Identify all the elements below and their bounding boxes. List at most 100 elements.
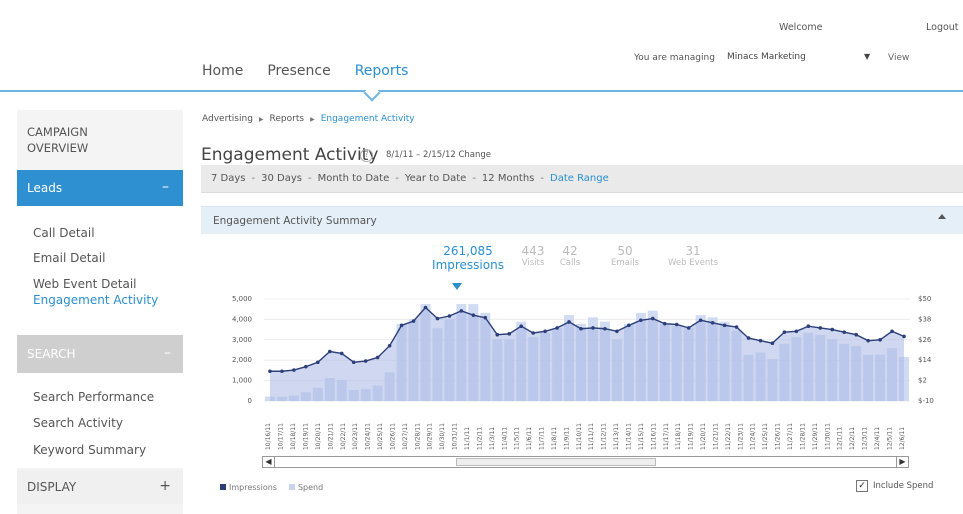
nav-presence[interactable]: Presence [267, 63, 330, 79]
collapse-icon[interactable]: – [164, 345, 171, 361]
range-30-days[interactable]: 30 Days [261, 173, 302, 184]
x-tick-label: 11/2/11 [476, 427, 483, 450]
breadcrumb: Advertising ▶ Reports ▶ Engagement Activ… [202, 114, 415, 124]
impressions-bar [719, 321, 730, 401]
impressions-bar [899, 356, 909, 401]
sidebar-item-search-performance[interactable]: Search Performance [33, 390, 154, 404]
chevron-right-icon: ▶ [258, 115, 264, 123]
impressions-bar [863, 354, 874, 401]
summary-header[interactable]: Engagement Activity Summary [201, 206, 963, 234]
spend-point [878, 338, 882, 342]
spend-point [830, 327, 835, 332]
spend-point [650, 316, 655, 321]
spend-area [269, 307, 905, 401]
impressions-bar [360, 388, 371, 401]
metric-visits[interactable]: 443 Visits [513, 244, 553, 268]
breadcrumb-reports[interactable]: Reports [270, 114, 305, 124]
logout-link[interactable]: Logout [926, 22, 959, 33]
metric-calls[interactable]: 42 Calls [553, 244, 587, 268]
scroll-right-icon[interactable]: ▶ [896, 457, 908, 467]
spend-point [639, 318, 643, 323]
impressions-bar [540, 332, 551, 401]
metric-label: Calls [559, 258, 581, 268]
sidebar-section-leads[interactable]: Leads – [17, 170, 183, 206]
scroll-left-icon[interactable]: ◀ [263, 457, 275, 467]
spend-point [866, 338, 870, 343]
help-icon[interactable]: ? [360, 149, 373, 162]
collapse-icon[interactable]: – [162, 179, 169, 195]
spend-point [770, 341, 775, 346]
spend-point [316, 360, 320, 365]
spend-point [686, 326, 691, 330]
y-axis-right: $50 $38 $26 $14 $2 $-10 [918, 295, 934, 405]
metric-label: Impressions [432, 258, 504, 272]
x-tick-label: 11/8/11 [551, 427, 558, 450]
sidebar-item-keyword-summary[interactable]: Keyword Summary [33, 443, 146, 457]
collapse-caret-icon[interactable] [938, 214, 946, 219]
legend-spend: Spend [288, 483, 323, 492]
metric-impressions[interactable]: 261,085 Impressions [428, 244, 508, 272]
date-range-text[interactable]: 8/1/11 – 2/15/12 Change [386, 150, 491, 160]
caret-down-icon[interactable]: ▼ [864, 52, 870, 61]
sidebar-section-display[interactable]: DISPLAY + [17, 470, 183, 504]
impressions-bar [492, 339, 503, 401]
x-tick-label: 11/25/11 [762, 423, 769, 450]
breadcrumb-advertising[interactable]: Advertising [202, 114, 253, 124]
impressions-bar [408, 319, 419, 401]
checkbox-icon[interactable]: ✓ [856, 480, 868, 492]
x-tick-label: 11/9/11 [563, 427, 570, 450]
spend-point [423, 305, 428, 310]
x-tick-label: 11/1/11 [464, 427, 471, 450]
x-tick-label: 11/13/11 [613, 423, 620, 450]
x-tick-label: 12/6/11 [899, 427, 906, 450]
expand-icon[interactable]: + [159, 478, 171, 494]
sidebar-item-engagement-activity[interactable]: Engagement Activity [33, 293, 158, 307]
metric-emails[interactable]: 50 Emails [603, 244, 647, 268]
x-tick-label: 12/5/11 [886, 427, 893, 450]
x-tick-label: 11/24/11 [750, 423, 757, 450]
sidebar-item-search-activity[interactable]: Search Activity [33, 416, 123, 430]
include-spend-toggle[interactable]: ✓ Include Spend [856, 480, 933, 492]
impressions-bar [875, 354, 886, 401]
range-12-months[interactable]: 12 Months [482, 173, 534, 184]
nav-reports[interactable]: Reports [355, 63, 409, 79]
impressions-bar [827, 339, 838, 401]
spend-point [734, 325, 739, 329]
spend-point [710, 321, 715, 325]
range-month-to-date[interactable]: Month to Date [318, 173, 390, 184]
metric-active-pointer [452, 283, 462, 290]
chart-scrollbar[interactable]: ◀ ▶ [262, 456, 909, 468]
y-right-tick-label: $14 [918, 356, 932, 364]
sidebar-item-email-detail[interactable]: Email Detail [33, 251, 105, 265]
range-7-days[interactable]: 7 Days [211, 173, 246, 184]
spend-point [495, 332, 500, 337]
metric-web-events[interactable]: 31 Web Events [657, 244, 729, 268]
spend-point [399, 323, 404, 328]
sidebar-section-search[interactable]: SEARCH – [17, 335, 183, 373]
x-tick-label: 10/16/11 [265, 423, 272, 450]
impressions-bar [456, 304, 467, 401]
spend-point [818, 326, 823, 330]
x-tick-label: 11/12/11 [601, 423, 608, 450]
impressions-bar [265, 396, 275, 401]
x-tick-label: 10/27/11 [402, 423, 409, 450]
range-year-to-date[interactable]: Year to Date [405, 173, 466, 184]
view-button[interactable]: View [888, 53, 909, 63]
nav-home[interactable]: Home [202, 63, 243, 79]
impressions-bar [755, 352, 766, 401]
sidebar-item-web-event-detail[interactable]: Web Event Detail [33, 277, 137, 291]
account-select[interactable]: Minacs Marketing [727, 52, 806, 62]
nav-divider [0, 90, 963, 92]
sidebar-campaign-overview[interactable]: CAMPAIGN OVERVIEW [17, 124, 88, 156]
x-tick-label: 10/18/11 [290, 423, 297, 450]
leads-label: Leads [27, 181, 63, 195]
range-date-range-link[interactable]: Date Range [550, 173, 609, 184]
impressions-bar [420, 304, 431, 401]
y-right-tick-label: $-10 [918, 397, 934, 405]
y-axis-left: 5,000 4,000 3,000 2,000 1,000 0 [232, 295, 252, 405]
metric-value: 50 [617, 244, 633, 258]
scroll-thumb[interactable] [456, 458, 656, 466]
spend-point [531, 331, 535, 335]
x-tick-label: 10/25/11 [377, 423, 384, 450]
sidebar-item-call-detail[interactable]: Call Detail [33, 226, 95, 240]
